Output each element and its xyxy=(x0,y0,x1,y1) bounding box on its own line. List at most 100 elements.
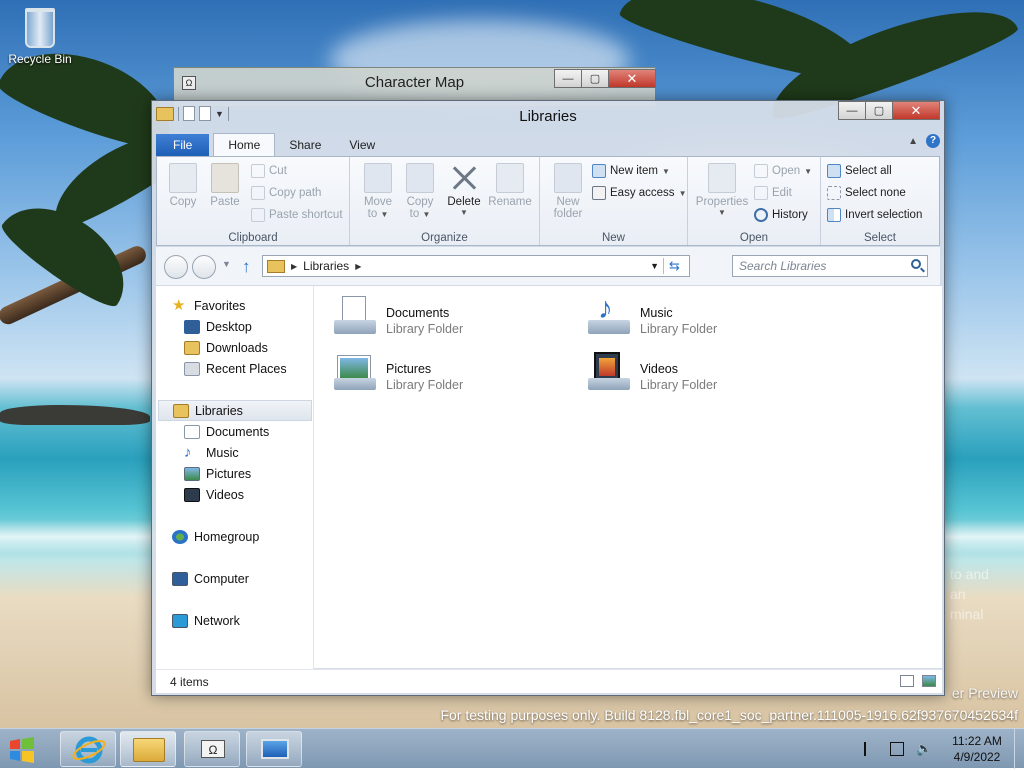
copy-to-button[interactable]: Copy to ▼ xyxy=(398,163,442,220)
nav-item-computer[interactable]: Computer xyxy=(172,568,249,589)
maximize-button[interactable]: ▢ xyxy=(865,101,893,120)
minimize-button[interactable]: — xyxy=(838,101,866,120)
recent-locations-icon[interactable]: ▼ xyxy=(222,259,231,269)
libraries-window[interactable]: ▼ Libraries — ▢ ✕ File Home Share View ▲… xyxy=(151,100,945,696)
open-button[interactable]: Open ▼ xyxy=(754,161,812,181)
nav-item-videos[interactable]: Videos xyxy=(184,484,244,505)
library-tile-pictures[interactable]: Pictures Library Folder xyxy=(332,348,572,400)
minimize-button[interactable]: — xyxy=(554,69,582,88)
delete-button[interactable]: Delete ▼ xyxy=(442,163,486,217)
taskbar-internet-explorer[interactable] xyxy=(60,731,116,767)
library-tile-videos[interactable]: Videos Library Folder xyxy=(586,348,826,400)
help-icon[interactable]: ? xyxy=(926,134,940,148)
easy-access-label: Easy access xyxy=(610,187,675,199)
ribbon-tabs: File Home Share View xyxy=(156,132,938,156)
select-none-icon xyxy=(827,186,841,200)
nav-item-desktop[interactable]: Desktop xyxy=(184,316,252,337)
nav-item-favorites[interactable]: ★ Favorites xyxy=(172,295,245,316)
address-dropdown-icon[interactable]: ▼ xyxy=(650,261,659,271)
taskbar-file-explorer[interactable] xyxy=(120,731,176,767)
search-icon[interactable] xyxy=(911,259,921,269)
tab-share[interactable]: Share xyxy=(275,134,335,156)
maximize-button[interactable]: ▢ xyxy=(581,69,609,88)
minimize-ribbon-icon[interactable]: ▲ xyxy=(908,136,918,147)
nav-item-documents[interactable]: Documents xyxy=(184,421,269,442)
downloads-folder-icon xyxy=(184,340,200,355)
taskbar-character-map[interactable]: Ω xyxy=(184,731,240,767)
up-arrow-icon[interactable]: ↑ xyxy=(242,257,251,277)
properties-button[interactable]: Properties ▼ xyxy=(694,163,750,217)
breadcrumb-separator-icon[interactable]: ▶ xyxy=(355,262,361,271)
nav-item-pictures[interactable]: Pictures xyxy=(184,463,251,484)
clock-time: 11:22 AM xyxy=(952,734,1002,748)
paste-button[interactable]: Paste xyxy=(203,163,247,208)
history-button[interactable]: History xyxy=(754,205,808,225)
clock[interactable]: 11:22 AM 4/9/2022 xyxy=(940,733,1014,765)
close-button[interactable]: ✕ xyxy=(608,69,656,88)
edit-button[interactable]: Edit xyxy=(754,183,792,203)
invert-selection-button[interactable]: Invert selection xyxy=(827,205,922,225)
background-window-text: to and xyxy=(950,566,989,582)
tab-file[interactable]: File xyxy=(156,134,210,156)
large-icons-view-icon[interactable] xyxy=(922,675,936,687)
chevron-down-icon: ▼ xyxy=(661,166,670,176)
window-title: Libraries xyxy=(519,108,577,125)
copy-to-icon xyxy=(406,163,434,193)
network-icon[interactable] xyxy=(890,742,904,756)
library-tile-documents[interactable]: Documents Library Folder xyxy=(332,292,572,344)
start-button[interactable] xyxy=(6,735,48,765)
copy-path-button[interactable]: Copy path xyxy=(251,183,321,203)
item-type: Library Folder xyxy=(640,378,718,392)
search-placeholder: Search Libraries xyxy=(739,259,827,273)
copy-path-icon xyxy=(251,186,265,200)
rename-button[interactable]: Rename xyxy=(486,163,534,208)
libraries-icon xyxy=(173,403,189,418)
recycle-bin-shortcut[interactable]: Recycle Bin xyxy=(6,6,74,66)
new-item-button[interactable]: New item ▼ xyxy=(592,161,670,181)
paste-shortcut-label: Paste shortcut xyxy=(269,209,343,221)
invert-selection-label: Invert selection xyxy=(845,209,923,221)
nav-item-recent-places[interactable]: Recent Places xyxy=(184,358,287,379)
nav-item-homegroup[interactable]: Homegroup xyxy=(172,526,259,547)
copy-button[interactable]: Copy xyxy=(161,163,205,208)
forward-button[interactable] xyxy=(192,255,216,279)
chevron-down-icon: ▼ xyxy=(678,188,687,198)
refresh-icon[interactable]: ⇆ xyxy=(663,258,685,274)
library-tile-music[interactable]: ♪ Music Library Folder xyxy=(586,292,826,344)
move-to-button[interactable]: Move to ▼ xyxy=(356,163,400,220)
new-folder-label: New xyxy=(556,196,580,208)
search-input[interactable]: Search Libraries xyxy=(732,255,928,277)
item-count: 4 items xyxy=(170,675,209,689)
volume-icon[interactable]: 🔈 xyxy=(916,742,932,756)
paste-shortcut-button[interactable]: Paste shortcut xyxy=(251,205,343,225)
new-folder-button[interactable]: New folder xyxy=(546,163,590,220)
taskbar-remote-desktop[interactable] xyxy=(246,731,302,767)
status-bar: 4 items xyxy=(156,669,942,693)
action-center-flag-icon[interactable] xyxy=(864,742,878,756)
details-view-icon[interactable] xyxy=(900,675,914,687)
breadcrumb-libraries[interactable]: Libraries xyxy=(303,259,349,273)
address-bar[interactable]: ▶ Libraries ▶ ▼ ⇆ xyxy=(262,255,690,277)
recycle-bin-label: Recycle Bin xyxy=(8,52,72,66)
easy-access-button[interactable]: Easy access ▼ xyxy=(592,183,686,203)
cut-label: Cut xyxy=(269,165,287,177)
nav-item-music[interactable]: ♪ Music xyxy=(184,442,239,463)
new-group: New folder New item ▼ Easy access ▼ New xyxy=(540,157,688,245)
title-bar[interactable]: ▼ Libraries — ▢ ✕ xyxy=(152,101,944,131)
tab-view[interactable]: View xyxy=(335,134,389,156)
nav-label: Favorites xyxy=(194,298,246,313)
close-button[interactable]: ✕ xyxy=(892,101,940,120)
show-desktop-button[interactable] xyxy=(1014,729,1024,769)
nav-item-network[interactable]: Network xyxy=(172,610,240,631)
select-none-button[interactable]: Select none xyxy=(827,183,906,203)
nav-item-libraries[interactable]: Libraries xyxy=(158,400,312,421)
item-name: Music xyxy=(640,306,673,320)
breadcrumb-separator-icon[interactable]: ▶ xyxy=(291,262,297,271)
tab-home[interactable]: Home xyxy=(213,133,276,156)
rename-label: Rename xyxy=(488,196,532,208)
nav-item-downloads[interactable]: Downloads xyxy=(184,337,268,358)
new-item-label: New item xyxy=(610,165,658,177)
cut-button[interactable]: Cut xyxy=(251,161,287,181)
back-button[interactable] xyxy=(164,255,188,279)
select-all-button[interactable]: Select all xyxy=(827,161,892,181)
